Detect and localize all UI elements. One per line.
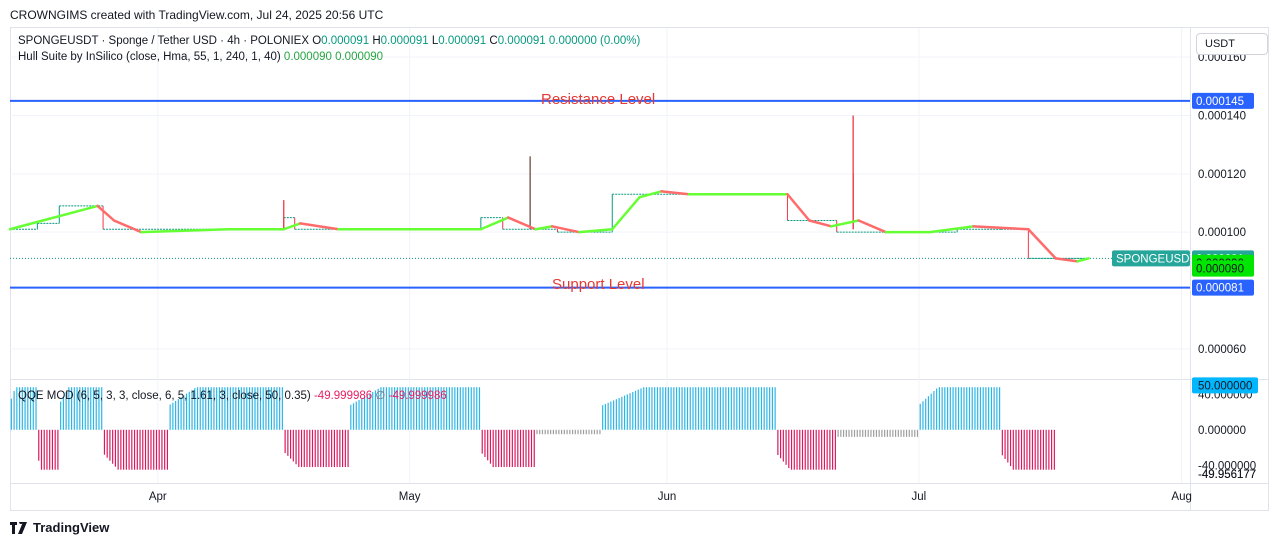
- change-value: 0.000000 (0.00%): [548, 35, 641, 47]
- chart-canvas[interactable]: 0.0001600.0001400.0001200.0001000.000060…: [0, 0, 1281, 546]
- y-tick-label: 0.000060: [1198, 344, 1246, 356]
- x-tick-label: May: [399, 491, 421, 503]
- hull-segment: [1076, 257, 1090, 263]
- y-tick-label: 0.000120: [1198, 169, 1246, 181]
- hull-value-2: 0.000090: [335, 51, 384, 63]
- hull-segment: [660, 190, 691, 196]
- x-tick-label: Jun: [658, 491, 677, 503]
- price-label: 0.000081: [1196, 283, 1244, 295]
- low-value: 0.000091: [438, 35, 487, 47]
- hull-segment: [506, 216, 537, 231]
- qqe-title: QQE MOD (6, 5, 3, 3, close, 6, 5, 1.61, …: [18, 390, 311, 402]
- hull-segment: [611, 195, 641, 231]
- x-tick-label: Jul: [911, 491, 926, 503]
- qqe-value-2: ∅: [375, 390, 386, 402]
- qqe-y-tick-label: 0.000000: [1198, 425, 1246, 437]
- open-label: O: [312, 35, 322, 47]
- hull-segment: [282, 222, 302, 231]
- resistance-annotation: Resistance Level: [541, 91, 656, 108]
- tradingview-brand[interactable]: TradingView: [10, 519, 110, 535]
- price-label: 0.000090: [1196, 264, 1244, 276]
- hull-segment: [808, 219, 833, 228]
- symbol-legend[interactable]: SPONGEUSDT · Sponge / Tether USD · 4h · …: [18, 35, 640, 47]
- high-label: H: [372, 35, 381, 47]
- y-tick-label: 0.000140: [1198, 111, 1246, 123]
- hull-title: Hull Suite by InSilico (close, Hma, 55, …: [18, 51, 281, 63]
- qqe-value-1: -49.999986: [313, 390, 373, 402]
- hull-segment: [479, 216, 510, 231]
- close-label: C: [489, 35, 498, 47]
- close-value: 0.000091: [497, 35, 546, 47]
- y-tick-label: 0.000100: [1198, 227, 1246, 239]
- hull-segment: [830, 219, 860, 228]
- hull-legend[interactable]: Hull Suite by InSilico (close, Hma, 55, …: [18, 51, 383, 63]
- hull-segment: [786, 193, 811, 222]
- qqe-legend[interactable]: QQE MOD (6, 5, 3, 3, close, 6, 5, 1.61, …: [18, 388, 447, 402]
- qqe-value-3: -49.999986: [388, 390, 447, 402]
- qqe-price-label: -49.956177: [1198, 469, 1256, 481]
- hull-segment: [550, 225, 581, 234]
- x-tick-label: Apr: [149, 491, 167, 503]
- price-label: 0.000145: [1196, 96, 1244, 108]
- symbol-name: SPONGEUSDT · Sponge / Tether USD · 4h · …: [18, 35, 310, 47]
- high-value: 0.000091: [380, 35, 429, 47]
- open-value: 0.000091: [321, 35, 370, 47]
- price-label: SPONGEUSDT: [1116, 253, 1197, 265]
- hull-segment: [63, 204, 99, 216]
- tradingview-wordmark: TradingView: [33, 520, 110, 535]
- x-tick-label: Aug: [1171, 491, 1191, 503]
- hull-segment: [41, 213, 66, 222]
- tradingview-logo-icon: [10, 519, 28, 534]
- currency-unit-button[interactable]: USDT: [1196, 33, 1268, 55]
- hull-segment: [8, 219, 45, 231]
- hull-value-1: 0.000090: [283, 51, 332, 63]
- support-annotation: Support Level: [552, 276, 645, 293]
- hull-segment: [112, 219, 143, 234]
- hull-segment: [1027, 228, 1057, 260]
- hull-segment: [857, 219, 888, 234]
- hull-segment: [96, 204, 116, 222]
- qqe-price-label: 50.000000: [1198, 380, 1252, 392]
- hull-segment: [298, 222, 340, 231]
